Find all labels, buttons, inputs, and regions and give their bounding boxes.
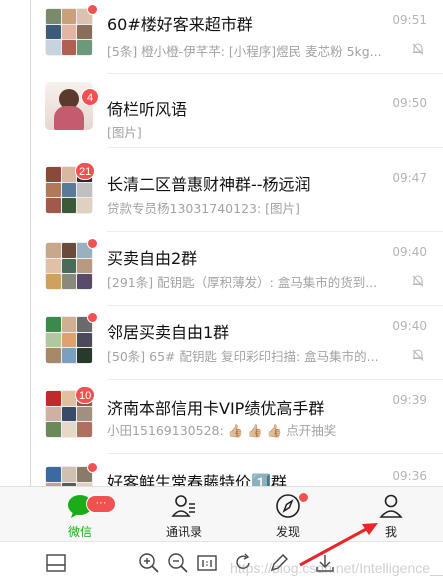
- chat-title: 买卖自由2群: [107, 249, 198, 268]
- tab-contacts[interactable]: 通讯录: [144, 487, 224, 542]
- separator: [107, 453, 443, 454]
- tab-label: 通讯录: [165, 525, 202, 539]
- chat-title: 60#楼好客来超市群: [107, 15, 253, 34]
- group-avatar: [45, 8, 93, 56]
- chat-item-0[interactable]: 60#楼好客来超市群 [5条] 橙小橙-伊芊芊: [小程序]煜民 麦芯粉 5kg…: [31, 0, 443, 74]
- tab-me[interactable]: 我: [351, 487, 431, 542]
- tab-discover[interactable]: 发现: [248, 487, 328, 542]
- chat-preview: [图片]: [107, 125, 142, 140]
- chat-item-5[interactable]: 10 济南本部信用卡VIP绩优高手群 小田15169130528: 👍🏼 👍🏼 …: [31, 380, 443, 454]
- chat-time: 09:36: [392, 469, 427, 483]
- unread-badge: 21: [75, 162, 96, 180]
- csdn-watermark: https://blog.csdn.net/Intelligence__123: [230, 560, 443, 576]
- unread-badge: 10: [75, 386, 96, 404]
- chat-item-4[interactable]: 邻居买卖自由1群 [50条] 65# 配钥匙 复印彩印扫描: 盒马集市的... …: [31, 306, 443, 380]
- chat-time: 09:40: [392, 245, 427, 259]
- mute-bell-icon: [412, 275, 424, 287]
- layout-icon[interactable]: [45, 552, 67, 574]
- chat-time: 09:40: [392, 319, 427, 333]
- chat-time: 09:51: [392, 13, 427, 27]
- chat-preview: [50条] 65# 配钥匙 复印彩印扫描: 盒马集市的...: [107, 349, 379, 364]
- chat-title: 邻居买卖自由1群: [107, 323, 230, 342]
- chat-preview: 小田15169130528: 👍🏼 👍🏼 👍🏼 点开抽奖: [107, 423, 337, 438]
- chat-preview: 贷款专员杨13031740123: [图片]: [107, 201, 300, 216]
- tab-label: 我: [384, 525, 397, 539]
- unread-dot: [87, 238, 98, 249]
- mute-bell-icon: [412, 349, 424, 361]
- separator: [107, 147, 443, 148]
- zoom-in-icon[interactable]: [138, 552, 160, 574]
- chat-list: 60#楼好客来超市群 [5条] 橙小橙-伊芊芊: [小程序]煜民 麦芯粉 5kg…: [31, 0, 443, 486]
- chat-item-3[interactable]: 买卖自由2群 [291条] 配钥匙（厚积薄发）: 盒马集市的货到... 09:4…: [31, 232, 443, 306]
- tab-label: 发现: [275, 525, 300, 539]
- chat-time: 09:39: [392, 393, 427, 407]
- discover-dot: [298, 492, 309, 503]
- actual-size-icon[interactable]: [196, 552, 218, 574]
- group-avatar: [45, 316, 93, 364]
- more-dots-badge: ···: [86, 495, 116, 513]
- bottom-tab-bar: ··· 微信 通讯录 发现 我: [0, 486, 443, 542]
- wechat-screen: 60#楼好客来超市群 [5条] 橙小橙-伊芊芊: [小程序]煜民 麦芯粉 5kg…: [0, 0, 443, 586]
- group-avatar: [45, 466, 93, 486]
- chat-preview: [291条] 配钥匙（厚积薄发）: 盒马集市的货到...: [107, 275, 378, 290]
- chat-title: 倚栏听风语: [107, 100, 188, 119]
- contacts-icon: [171, 495, 195, 517]
- group-avatar: [45, 242, 93, 290]
- chat-title: 济南本部信用卡VIP绩优高手群: [107, 399, 325, 418]
- chat-title: 好客鲜生常春藤特价1️⃣群: [107, 473, 287, 486]
- chat-time: 09:50: [392, 96, 427, 110]
- chat-preview: [5条] 橙小橙-伊芊芊: [小程序]煜民 麦芯粉 5kg...: [107, 44, 382, 59]
- person-body: [54, 106, 84, 130]
- unread-dot: [87, 462, 98, 473]
- chat-item-1[interactable]: 4 倚栏听风语 [图片] 09:50: [31, 74, 443, 148]
- unread-dot: [87, 312, 98, 323]
- chat-item-2[interactable]: 21 长清二区普惠财神群--杨远润 贷款专员杨13031740123: [图片]…: [31, 158, 443, 232]
- person-icon: [379, 494, 403, 518]
- unread-dot: [87, 4, 98, 15]
- chat-title: 长清二区普惠财神群--杨远润: [107, 175, 311, 194]
- tab-chats[interactable]: ··· 微信: [40, 487, 120, 542]
- mute-bell-icon: [412, 43, 424, 55]
- chat-item-6[interactable]: 好客鲜生常春藤特价1️⃣群 09:36: [31, 456, 443, 486]
- unread-badge: 4: [81, 88, 99, 106]
- chat-time: 09:47: [392, 171, 427, 185]
- tab-label: 微信: [67, 525, 92, 539]
- zoom-out-icon[interactable]: [167, 552, 189, 574]
